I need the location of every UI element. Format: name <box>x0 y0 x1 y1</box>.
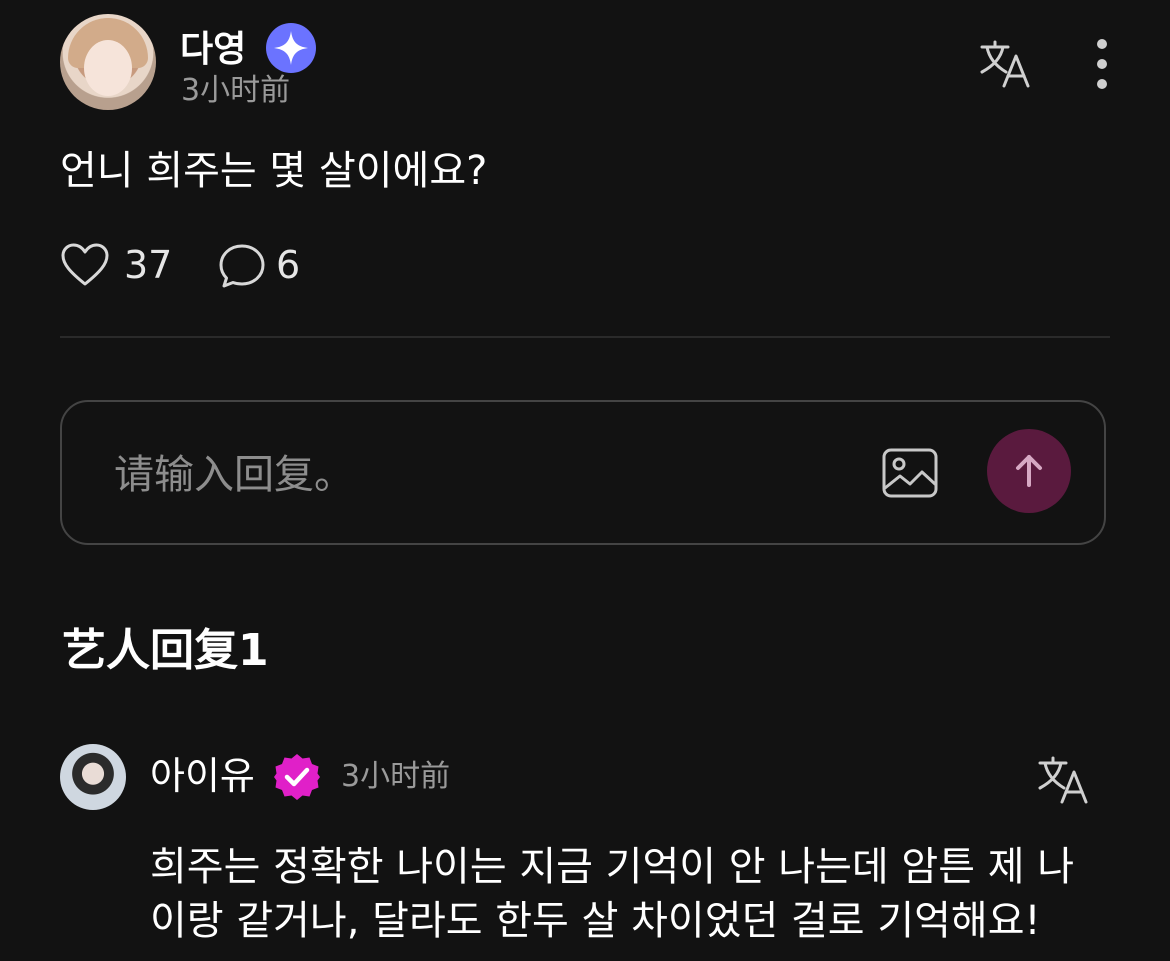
artist-name[interactable]: 아이유 <box>150 754 255 798</box>
reply-box <box>60 400 1106 545</box>
post-time: 3小时前 <box>181 73 291 108</box>
image-icon[interactable] <box>880 444 940 504</box>
arrow-up-icon <box>1016 455 1042 487</box>
post-header: 다영 3小时前 <box>60 14 1110 114</box>
reply-input[interactable] <box>112 442 856 508</box>
comment-button[interactable]: 6 <box>218 240 318 292</box>
more-vertical-icon[interactable] <box>1088 38 1116 90</box>
like-button[interactable]: 37 <box>60 240 180 292</box>
translate-icon[interactable] <box>978 38 1032 90</box>
reply-time: 3小时前 <box>341 759 451 794</box>
author-avatar[interactable] <box>60 14 156 110</box>
artist-reply: 아이유 3小时前 희주는 정확한 나이는 지금 기억이 안 나는데 암튼 제 나… <box>60 742 1110 961</box>
comment-bubble-icon <box>219 244 265 288</box>
reply-text: 희주는 정확한 나이는 지금 기억이 안 나는데 암튼 제 나이랑 같거나, 달… <box>150 844 1075 944</box>
heart-icon <box>61 243 109 286</box>
translate-icon[interactable] <box>1036 754 1090 806</box>
like-count: 37 <box>124 243 173 287</box>
comment-count: 6 <box>276 243 301 287</box>
artist-replies-title: 艺人回复1 <box>62 625 269 676</box>
sparkle-badge-icon <box>266 23 316 73</box>
check-badge-icon <box>274 754 320 800</box>
artist-avatar[interactable] <box>60 744 126 810</box>
send-button[interactable] <box>987 429 1071 513</box>
author-name[interactable]: 다영 <box>180 30 246 70</box>
post-body: 언니 희주는 몇 살이에요? <box>60 148 488 194</box>
divider <box>60 336 1110 338</box>
